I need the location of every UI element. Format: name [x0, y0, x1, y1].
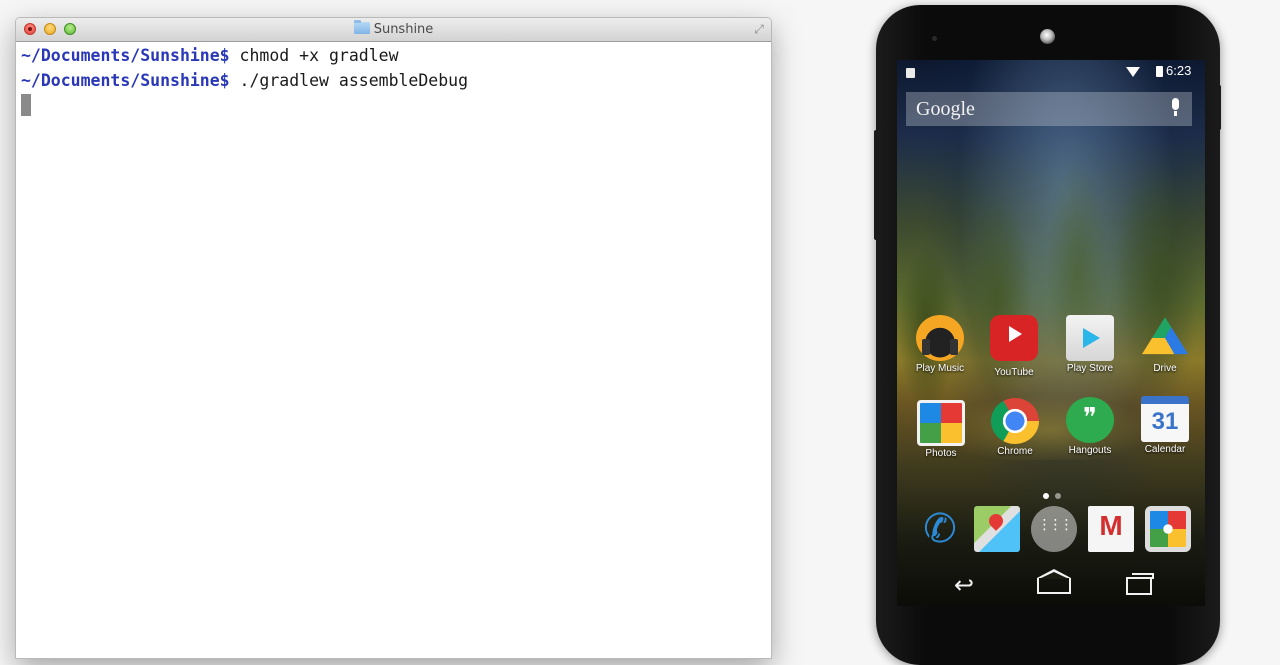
photos-icon: [917, 400, 965, 446]
battery-icon: [1156, 66, 1163, 77]
app-calendar[interactable]: 31 Calendar: [1130, 396, 1200, 456]
app-chrome[interactable]: Chrome: [980, 398, 1050, 458]
text-cursor: [21, 94, 31, 116]
terminal-line: ~/Documents/Sunshine$ ./gradlew assemble…: [21, 68, 771, 93]
drive-icon: [1141, 317, 1189, 355]
terminal-input-line[interactable]: [21, 93, 771, 118]
app-label: Calendar: [1144, 444, 1186, 455]
youtube-icon: [990, 315, 1038, 361]
front-camera-icon: [1040, 29, 1055, 44]
maps-icon[interactable]: [974, 506, 1020, 552]
camera-icon[interactable]: [1145, 506, 1191, 552]
phone-icon[interactable]: ✆: [917, 506, 963, 552]
notification-icon: [906, 68, 915, 78]
app-label: Chrome: [997, 446, 1033, 457]
hangouts-icon: [1066, 397, 1114, 443]
wifi-icon: [1126, 67, 1140, 77]
shell-command: chmod +x gradlew: [229, 46, 399, 65]
chrome-icon: [991, 398, 1039, 444]
shell-prompt: ~/Documents/Sunshine$: [21, 46, 230, 65]
google-label: Google: [916, 98, 975, 120]
page-indicator: [1043, 484, 1067, 503]
app-hangouts[interactable]: Hangouts: [1055, 397, 1125, 457]
recents-icon[interactable]: [1126, 573, 1154, 595]
shell-command: ./gradlew assembleDebug: [229, 71, 469, 90]
phone-home-screen[interactable]: 6:23 Google Play Music YouTube Play Stor…: [897, 60, 1205, 606]
play-music-icon: [916, 315, 964, 361]
mic-icon[interactable]: [1172, 98, 1179, 116]
fullscreen-icon[interactable]: ⤢: [752, 22, 766, 36]
app-label: YouTube: [994, 367, 1034, 378]
back-icon[interactable]: ↩: [954, 573, 974, 597]
power-button: [1216, 85, 1221, 130]
window-titlebar[interactable]: Sunshine ⤢: [16, 18, 771, 42]
app-play-store[interactable]: Play Store: [1055, 315, 1125, 375]
app-drive[interactable]: Drive: [1130, 315, 1200, 375]
app-label: Play Music: [915, 363, 965, 374]
proximity-sensor: [932, 36, 937, 41]
terminal-window: Sunshine ⤢ ~/Documents/Sunshine$ chmod +…: [16, 18, 771, 658]
terminal-output[interactable]: ~/Documents/Sunshine$ chmod +x gradlew ~…: [21, 43, 771, 658]
play-store-icon: [1066, 315, 1114, 361]
app-label: Play Store: [1066, 363, 1114, 374]
status-bar[interactable]: 6:23: [897, 60, 1205, 82]
gmail-icon[interactable]: [1088, 506, 1134, 552]
home-icon[interactable]: [1037, 569, 1071, 594]
status-clock: 6:23: [1166, 63, 1192, 78]
google-search-bar[interactable]: Google: [906, 92, 1192, 126]
app-photos[interactable]: Photos: [906, 400, 976, 460]
folder-icon: [353, 20, 370, 34]
app-label: Hangouts: [1068, 445, 1112, 456]
app-label: Photos: [925, 448, 957, 459]
calendar-icon: 31: [1141, 396, 1189, 442]
app-label: Drive: [1153, 363, 1177, 374]
window-title: Sunshine: [16, 20, 771, 38]
terminal-line: ~/Documents/Sunshine$ chmod +x gradlew: [21, 43, 771, 68]
app-youtube[interactable]: YouTube: [979, 315, 1049, 379]
volume-button: [874, 130, 879, 240]
window-title-text: Sunshine: [373, 22, 434, 37]
shell-prompt: ~/Documents/Sunshine$: [21, 71, 230, 90]
navigation-bar: ↩: [897, 565, 1205, 606]
app-play-music[interactable]: Play Music: [905, 315, 975, 375]
app-launcher-icon[interactable]: [1031, 506, 1077, 552]
